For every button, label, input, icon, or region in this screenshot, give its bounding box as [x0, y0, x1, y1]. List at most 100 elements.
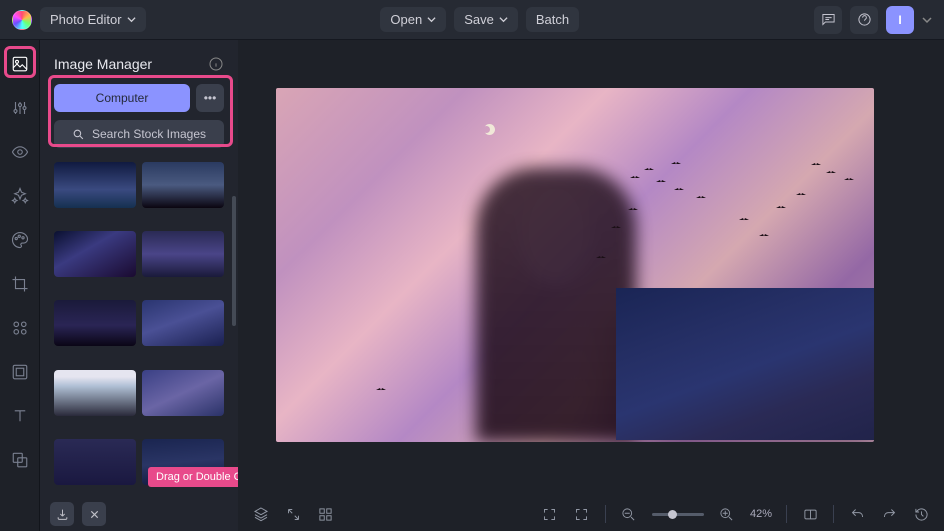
text-icon [11, 407, 29, 425]
expand-icon [286, 507, 301, 522]
thumbnail[interactable] [142, 162, 224, 208]
zoom-in-button[interactable] [718, 505, 736, 523]
history-button[interactable] [912, 505, 930, 523]
rail-text[interactable] [6, 402, 34, 430]
help-button[interactable] [850, 6, 878, 34]
rail-palette[interactable] [6, 226, 34, 254]
elements-icon [11, 319, 29, 337]
panel-title: Image Manager [54, 56, 152, 72]
eye-icon [11, 143, 29, 161]
rail-eye[interactable] [6, 138, 34, 166]
bird-silhouette [776, 206, 786, 210]
crop-icon [11, 275, 29, 293]
canvas-area[interactable] [238, 40, 944, 497]
rail-effects[interactable] [6, 182, 34, 210]
rail-crop[interactable] [6, 270, 34, 298]
redo-button[interactable] [880, 505, 898, 523]
bird-silhouette [630, 176, 640, 180]
user-avatar[interactable]: I [886, 6, 914, 34]
rail-frame[interactable] [6, 358, 34, 386]
rail-elements[interactable] [6, 314, 34, 342]
save-button[interactable]: Save [454, 7, 518, 32]
app-mode-dropdown[interactable]: Photo Editor [40, 7, 146, 32]
open-label: Open [390, 12, 422, 27]
thumbnail[interactable] [54, 439, 136, 485]
close-icon [89, 509, 100, 520]
thumbnail[interactable] [54, 300, 136, 346]
compare-icon [803, 507, 818, 522]
image-icon [11, 55, 29, 73]
palette-icon [11, 231, 29, 249]
avatar-initial: I [898, 13, 901, 27]
bird-silhouette [844, 178, 854, 182]
undo-icon [850, 507, 865, 522]
thumbnail[interactable] [142, 370, 224, 416]
help-icon [857, 12, 872, 27]
rail-adjustments[interactable] [6, 94, 34, 122]
rail-layers[interactable] [6, 446, 34, 474]
chevron-down-icon [499, 15, 508, 24]
bird-silhouette [739, 218, 749, 222]
fit-icon [574, 507, 589, 522]
bird-silhouette [674, 188, 684, 192]
bird-silhouette [376, 388, 386, 392]
effects-icon [11, 187, 29, 205]
fullscreen-icon [542, 507, 557, 522]
history-icon [914, 507, 929, 522]
info-icon[interactable] [208, 56, 224, 72]
adjustments-icon [11, 99, 29, 117]
grid-button[interactable] [316, 505, 334, 523]
thumbnail[interactable] [54, 370, 136, 416]
zoom-slider[interactable] [652, 513, 704, 516]
fit-button[interactable] [573, 505, 591, 523]
compare-button[interactable] [801, 505, 819, 523]
thumbnail[interactable] [54, 162, 136, 208]
bird-silhouette [796, 193, 806, 197]
upload-computer-button[interactable]: Computer [54, 84, 190, 112]
bird-silhouette [671, 162, 681, 166]
open-button[interactable]: Open [380, 7, 446, 32]
import-icon [56, 508, 69, 521]
search-stock-label: Search Stock Images [92, 127, 206, 141]
bird-silhouette [759, 234, 769, 238]
search-icon [72, 128, 85, 141]
moon [484, 124, 495, 135]
bird-silhouette [656, 180, 666, 184]
batch-button[interactable]: Batch [526, 7, 579, 32]
canvas-image[interactable] [276, 88, 874, 442]
thumbnail[interactable] [142, 231, 224, 277]
batch-label: Batch [536, 12, 569, 27]
thumbnail[interactable] [54, 231, 136, 277]
frame-icon [11, 363, 29, 381]
layers-icon [11, 451, 29, 469]
rail-image[interactable] [6, 50, 34, 78]
upload-more-button[interactable]: ••• [196, 84, 224, 112]
chat-icon [821, 12, 836, 27]
fullscreen-button[interactable] [541, 505, 559, 523]
person-silhouette [476, 168, 636, 442]
chevron-down-icon[interactable] [922, 15, 932, 25]
import-button[interactable] [50, 502, 74, 526]
bird-silhouette [826, 171, 836, 175]
redo-icon [882, 507, 897, 522]
thumb-scrollbar[interactable] [232, 196, 236, 326]
zoom-out-icon [621, 507, 636, 522]
zoom-out-button[interactable] [620, 505, 638, 523]
zoom-in-icon [719, 507, 734, 522]
chevron-down-icon [427, 15, 436, 24]
overlay-layer[interactable] [616, 288, 874, 440]
feedback-button[interactable] [814, 6, 842, 34]
close-panel-button[interactable] [82, 502, 106, 526]
thumbnail[interactable] [142, 300, 224, 346]
app-mode-label: Photo Editor [50, 12, 122, 27]
undo-button[interactable] [848, 505, 866, 523]
search-stock-button[interactable]: Search Stock Images [54, 120, 224, 148]
bird-silhouette [811, 163, 821, 167]
layers-icon [253, 506, 269, 522]
grid-icon [318, 507, 333, 522]
bird-silhouette [644, 168, 654, 172]
expand-button[interactable] [284, 505, 302, 523]
zoom-percent: 42% [750, 508, 772, 520]
app-logo[interactable] [12, 10, 32, 30]
layers-button[interactable] [252, 505, 270, 523]
